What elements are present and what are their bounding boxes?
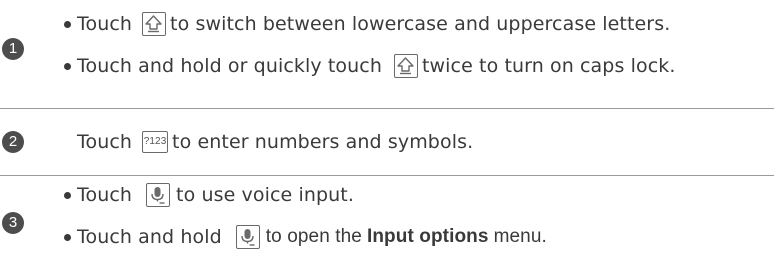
shift-icon <box>142 12 167 36</box>
input-options-label: Input options <box>366 226 489 247</box>
instruction-text: Touch and hold or quickly touch <box>77 55 382 77</box>
instruction-text: to use voice input. <box>176 184 354 206</box>
step-number-badge: 3 <box>2 212 24 234</box>
shift-icon <box>393 54 418 78</box>
instruction-text: to open the <box>265 226 362 247</box>
bullet <box>64 191 71 199</box>
divider <box>0 175 774 176</box>
numbers-key-icon: ?123 <box>142 131 169 153</box>
instruction-text: Touch <box>77 13 133 35</box>
bullet <box>64 233 71 241</box>
instruction-text: Touch and hold <box>77 226 222 248</box>
bullet <box>64 20 71 28</box>
microphone-icon <box>146 183 171 207</box>
instruction-text: to switch between lowercase and uppercas… <box>170 13 671 35</box>
instruction-text: Touch <box>77 131 133 153</box>
microphone-icon <box>235 225 260 249</box>
divider <box>0 108 774 109</box>
instruction-text: to enter numbers and symbols. <box>172 131 474 153</box>
instruction-line: Touch to use voice input. <box>64 181 354 209</box>
instruction-line: Touch to switch between lowercase and up… <box>64 10 670 38</box>
instruction-text: menu. <box>493 226 547 247</box>
step-number-badge: 1 <box>2 38 24 60</box>
instruction-text: twice to turn on caps lock. <box>421 55 676 77</box>
instruction-line: Touch and hold or quickly touch twice to… <box>64 52 675 80</box>
step-number-badge: 2 <box>2 131 24 153</box>
instruction-line: Touch and hold to open the Input options… <box>64 223 547 251</box>
instruction-text: Touch <box>77 184 133 206</box>
instruction-line: Touch ?123 to enter numbers and symbols. <box>77 128 473 156</box>
bullet <box>64 62 71 70</box>
